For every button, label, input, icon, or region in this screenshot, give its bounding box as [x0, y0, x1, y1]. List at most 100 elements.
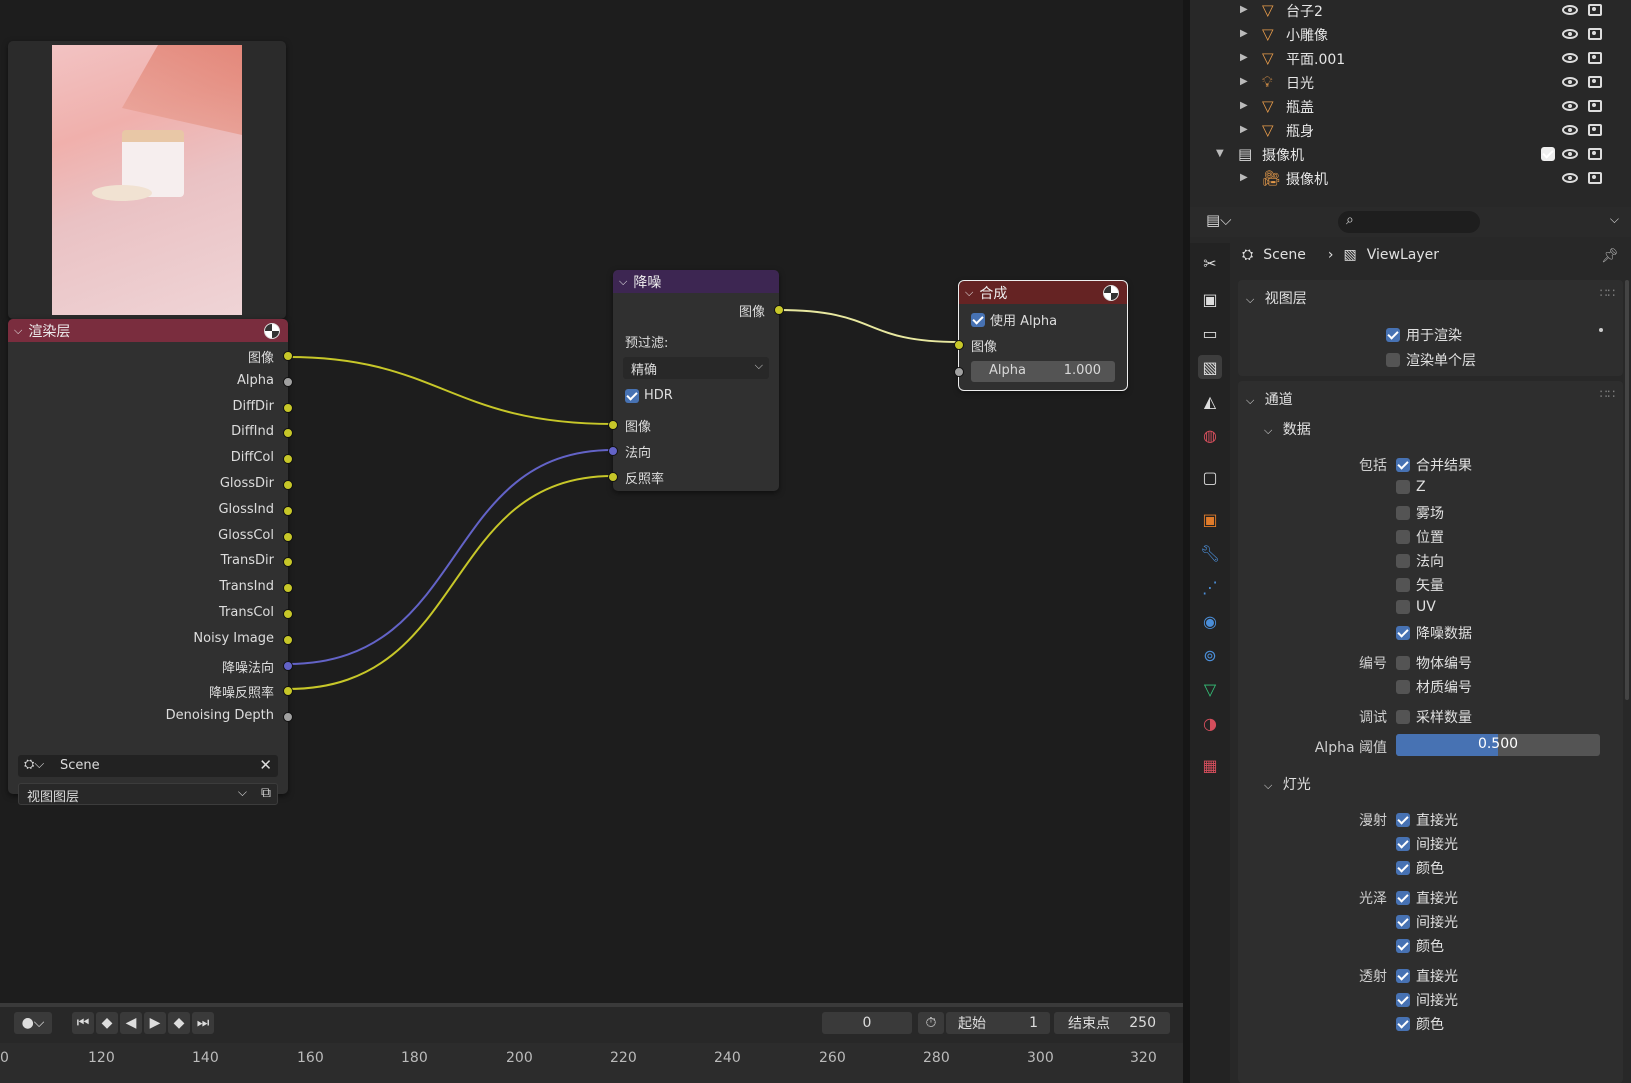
- visibility-eye-icon[interactable]: [1562, 101, 1578, 111]
- pin-icon[interactable]: 📌︎: [1601, 248, 1619, 264]
- current-frame-field[interactable]: 0: [822, 1012, 912, 1034]
- link-denoise-to-composite[interactable]: [778, 309, 960, 343]
- use-for-render-row[interactable]: 用于渲染: [1386, 325, 1462, 345]
- object-tab-icon[interactable]: ▣: [1198, 507, 1222, 531]
- outliner-row[interactable]: ▶ 🎥︎ 摄像机: [1190, 166, 1631, 190]
- play-button[interactable]: ▶: [144, 1012, 166, 1034]
- collapse-chevron-icon[interactable]: ⌵: [1264, 779, 1272, 792]
- hdr-checkbox-row[interactable]: HDR: [625, 388, 673, 403]
- diffuse-color-row[interactable]: 颜色: [1396, 858, 1444, 878]
- link-image-to-denoise[interactable]: [287, 356, 614, 425]
- sample-count-checkbox[interactable]: [1396, 710, 1410, 724]
- render-camera-icon[interactable]: [1588, 172, 1602, 184]
- collapse-chevron-icon[interactable]: ⌵: [965, 286, 973, 300]
- outliner-item-name[interactable]: 小雕像: [1286, 25, 1328, 45]
- constraints-tab-icon[interactable]: ⊚: [1198, 643, 1222, 667]
- outliner-item-name[interactable]: 平面.001: [1286, 49, 1345, 69]
- view-layer-tab-icon[interactable]: ▧: [1198, 355, 1222, 379]
- render-layers-output-socket[interactable]: [283, 480, 293, 490]
- outliner-item-name[interactable]: 台子2: [1286, 1, 1323, 21]
- physics-tab-icon[interactable]: ◉: [1198, 609, 1222, 633]
- mist-checkbox[interactable]: [1396, 506, 1410, 520]
- z-row[interactable]: Z: [1396, 479, 1426, 495]
- use-for-render-checkbox[interactable]: [1386, 328, 1400, 342]
- expand-right-icon[interactable]: ▶: [1240, 52, 1248, 63]
- object-index-row[interactable]: 物体编号: [1396, 653, 1472, 673]
- render-layers-output-socket[interactable]: [283, 402, 293, 413]
- denoising-data-checkbox[interactable]: [1396, 626, 1410, 640]
- collapse-chevron-icon[interactable]: ⌵: [1246, 394, 1254, 407]
- visibility-eye-icon[interactable]: [1562, 125, 1578, 135]
- expand-right-icon[interactable]: ▶: [1240, 124, 1248, 135]
- render-camera-icon[interactable]: [1588, 148, 1602, 160]
- drag-handle-icon[interactable]: ∷∷: [1600, 387, 1615, 401]
- transmission-color-checkbox[interactable]: [1396, 1017, 1410, 1031]
- object-index-checkbox[interactable]: [1396, 656, 1410, 670]
- denoising-data-row[interactable]: 降噪数据: [1396, 623, 1472, 643]
- properties-scrollbar[interactable]: [1625, 280, 1629, 700]
- denoise-output-socket[interactable]: [774, 305, 784, 315]
- render-single-layer-checkbox[interactable]: [1386, 353, 1400, 367]
- denoise-input-socket[interactable]: [608, 446, 618, 456]
- layer-dropdown-icon[interactable]: ⌵: [238, 785, 247, 800]
- render-layers-output-socket[interactable]: [283, 609, 293, 619]
- render-camera-icon[interactable]: [1588, 100, 1602, 112]
- z-checkbox[interactable]: [1396, 480, 1410, 494]
- outliner[interactable]: ▶ ▽ 台子2 ▶ ▽ 小雕像 ▶ ▽ 平面.001 ▶ 💡︎ 日光 ▶ ▽ 瓶盖 ▶ ▽ 瓶身 ▼ ▤ 摄像机 ▶ 🎥︎ 摄…: [1190, 0, 1631, 207]
- world-tab-icon[interactable]: ◍: [1198, 423, 1222, 447]
- transmission-color-row[interactable]: 颜色: [1396, 1014, 1444, 1034]
- play-reverse-button[interactable]: ◀: [120, 1012, 142, 1034]
- alpha-threshold-slider[interactable]: 0.500: [1396, 734, 1600, 756]
- expand-down-icon[interactable]: ▼: [1216, 148, 1224, 159]
- mist-row[interactable]: 雾场: [1396, 503, 1444, 523]
- data-subpanel-header[interactable]: ⌵ 数据: [1264, 419, 1311, 439]
- outliner-row[interactable]: ▶ ▽ 台子2: [1190, 0, 1631, 22]
- exclude-checkbox[interactable]: [1541, 147, 1555, 161]
- render-camera-icon[interactable]: [1588, 76, 1602, 88]
- visibility-eye-icon[interactable]: [1562, 5, 1578, 15]
- render-layers-node[interactable]: ⌵ 渲染层 图像 Alpha DiffDir DiffInd DiffCol GlossD…: [8, 319, 293, 805]
- texture-tab-icon[interactable]: ▦: [1198, 753, 1222, 777]
- material-index-row[interactable]: 材质编号: [1396, 677, 1472, 697]
- outliner-row[interactable]: ▶ ▽ 平面.001: [1190, 46, 1631, 70]
- properties-search[interactable]: ⌕: [1338, 211, 1480, 233]
- render-single-layer-row[interactable]: 渲染单个层: [1386, 350, 1476, 370]
- vector-checkbox[interactable]: [1396, 578, 1410, 592]
- render-layers-output-socket[interactable]: [283, 505, 293, 516]
- tool-tab-icon[interactable]: ✂: [1198, 251, 1222, 275]
- output-tab-icon[interactable]: ▭: [1198, 321, 1222, 345]
- start-frame-field[interactable]: 起始 1: [946, 1012, 1050, 1034]
- stopwatch-icon[interactable]: ⏱: [918, 1012, 944, 1034]
- normal-checkbox[interactable]: [1396, 554, 1410, 568]
- visibility-eye-icon[interactable]: [1562, 29, 1578, 39]
- render-camera-icon[interactable]: [1588, 124, 1602, 136]
- uv-row[interactable]: UV: [1396, 599, 1436, 615]
- outliner-row[interactable]: ▶ ▽ 小雕像: [1190, 22, 1631, 46]
- options-dropdown-icon[interactable]: ⌵: [1610, 212, 1619, 227]
- timeline-ruler[interactable]: [0, 1043, 1183, 1083]
- expand-right-icon[interactable]: ▶: [1240, 100, 1248, 111]
- jump-start-button[interactable]: ⏮: [72, 1012, 94, 1034]
- node-editor[interactable]: ⌵ 渲染层 图像 Alpha DiffDir DiffInd DiffCol GlossD…: [0, 0, 1183, 1003]
- outliner-row[interactable]: ▼ ▤ 摄像机: [1190, 142, 1631, 166]
- render-camera-icon[interactable]: [1588, 4, 1602, 16]
- alpha-input-socket[interactable]: [954, 367, 964, 377]
- composite-input-socket[interactable]: [954, 340, 964, 350]
- collapse-chevron-icon[interactable]: ⌵: [619, 275, 627, 289]
- diffuse-indirect-checkbox[interactable]: [1396, 837, 1410, 851]
- expand-right-icon[interactable]: ▶: [1240, 172, 1248, 183]
- render-layers-output-socket[interactable]: [283, 531, 293, 542]
- render-icon[interactable]: [1103, 285, 1119, 301]
- transmission-direct-row[interactable]: 直接光: [1396, 966, 1458, 986]
- scene-tab-icon[interactable]: ◭: [1198, 389, 1222, 413]
- glossy-indirect-row[interactable]: 间接光: [1396, 912, 1458, 932]
- glossy-color-checkbox[interactable]: [1396, 939, 1410, 953]
- visibility-eye-icon[interactable]: [1562, 53, 1578, 63]
- prev-keyframe-button[interactable]: ◆: [96, 1012, 118, 1034]
- passes-panel-header[interactable]: ⌵ 通道: [1246, 389, 1293, 409]
- material-tab-icon[interactable]: ◑: [1198, 711, 1222, 735]
- use-alpha-checkbox[interactable]: [971, 312, 985, 327]
- render-icon[interactable]: [264, 323, 280, 339]
- collapse-chevron-icon[interactable]: ⌵: [1264, 424, 1272, 437]
- layer-copy-icon[interactable]: ⧉: [261, 785, 271, 801]
